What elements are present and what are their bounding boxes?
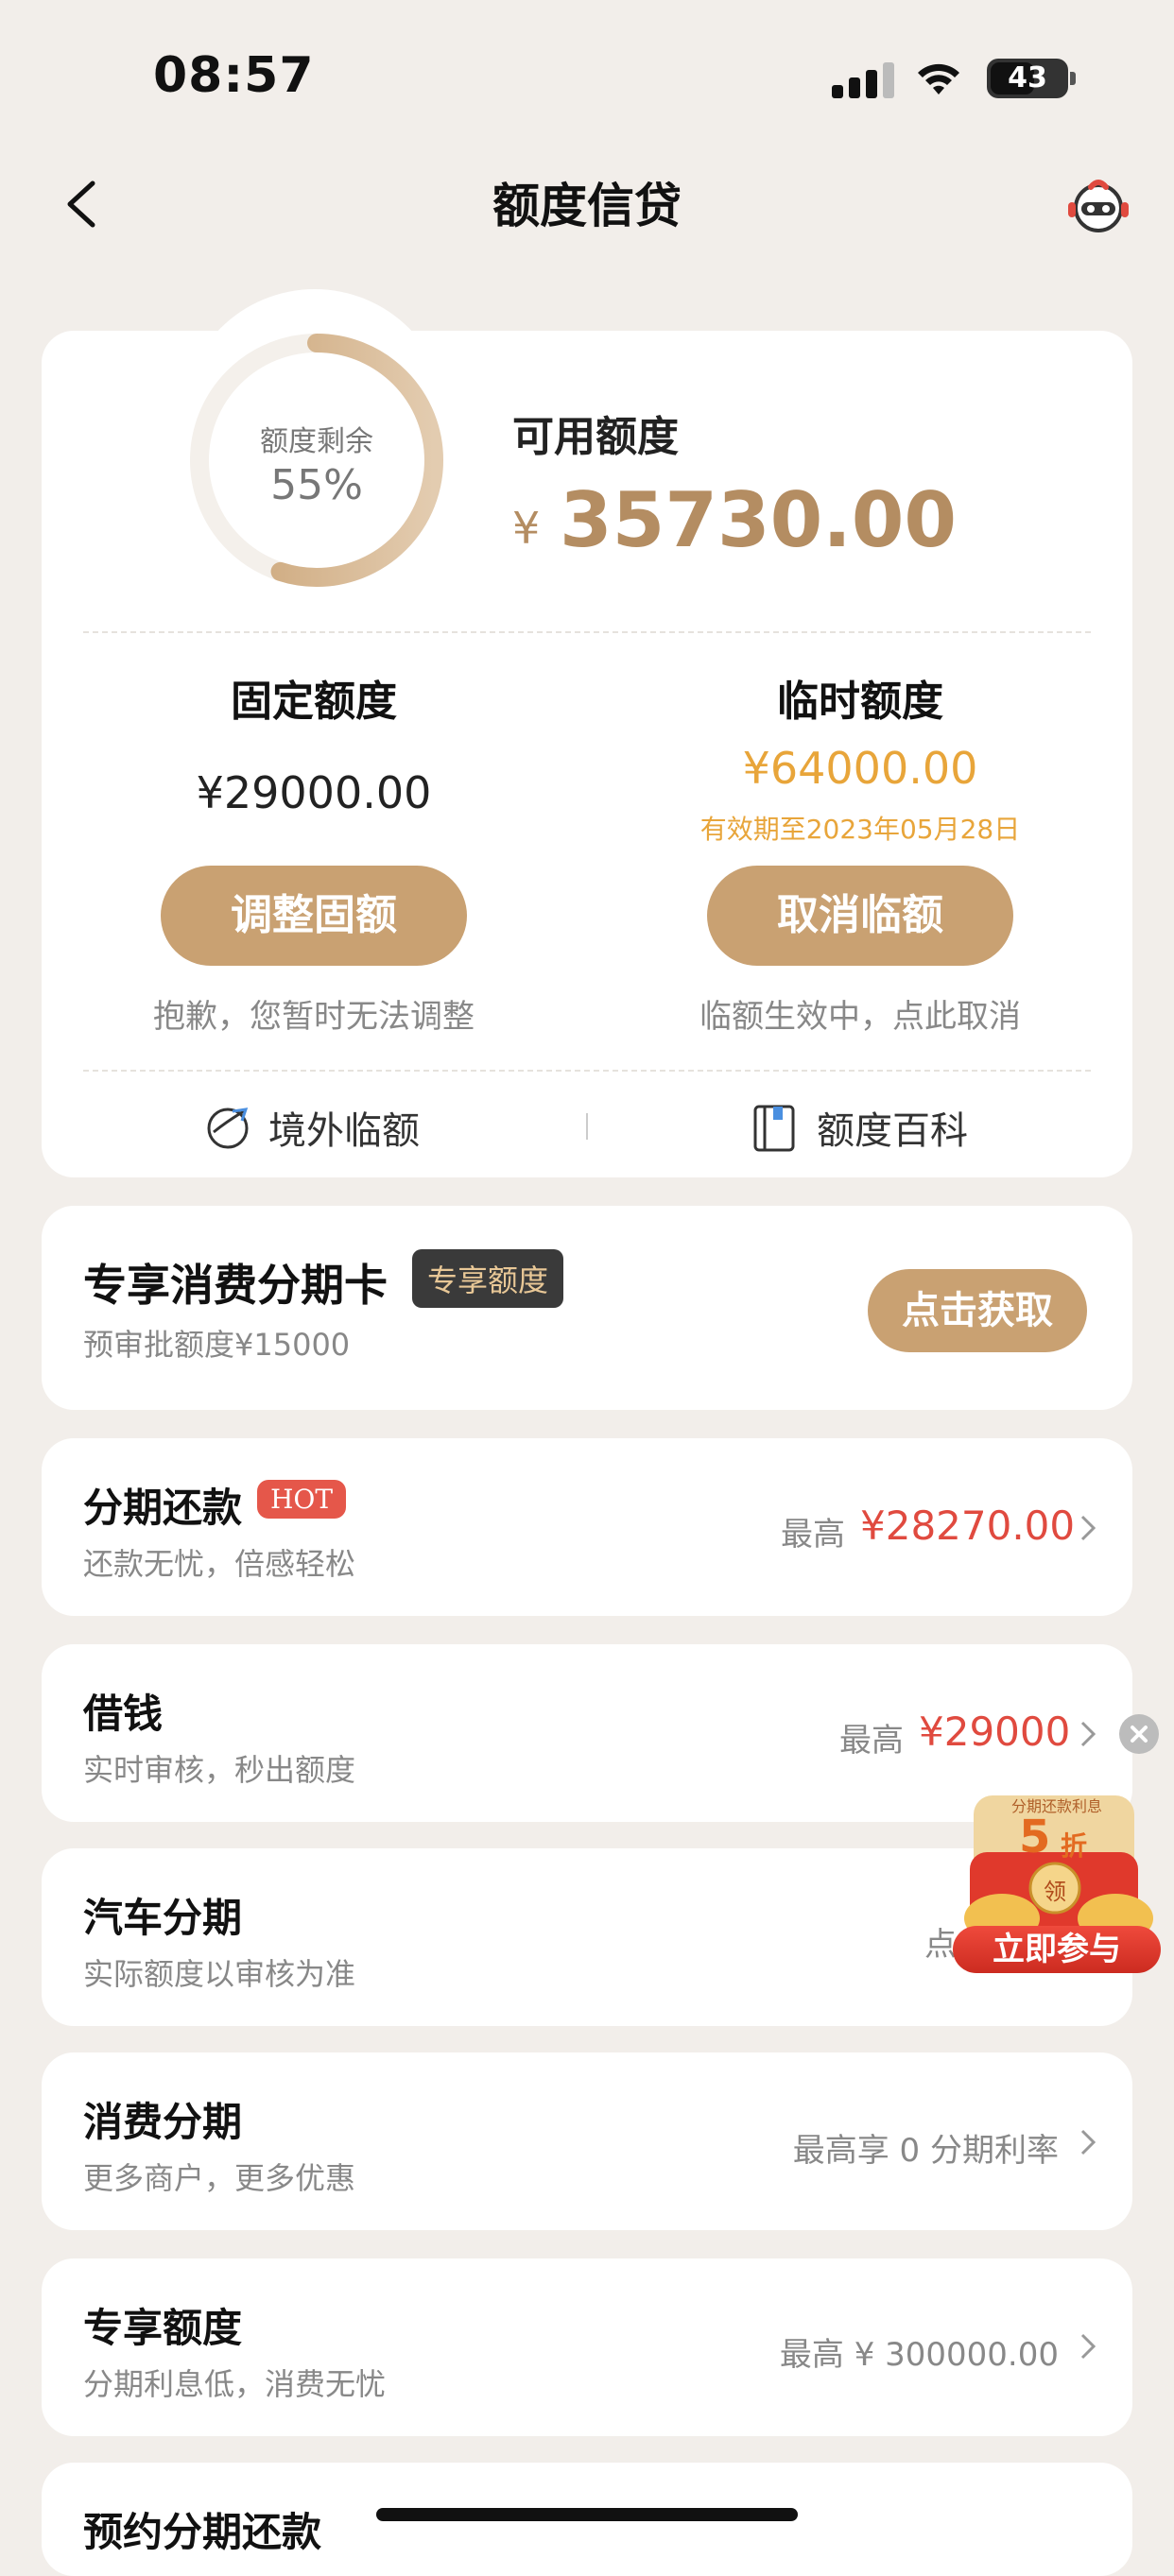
- wifi-icon: [918, 63, 959, 94]
- exclusive-card-subtitle: 预审批额度¥15000: [83, 1327, 351, 1363]
- currency-symbol: ¥: [512, 503, 541, 554]
- fixed-credit-note: 抱歉，您暂时无法调整: [153, 998, 475, 1036]
- status-time: 08:57: [153, 47, 315, 104]
- row-title: 分期还款: [83, 1485, 243, 1531]
- home-indicator[interactable]: [376, 2508, 798, 2521]
- temporary-credit-title: 临时额度: [777, 678, 943, 726]
- credit-encyclopedia-link[interactable]: 额度百科: [752, 1100, 989, 1153]
- exclusive-credit-tag: 专享额度: [412, 1249, 564, 1308]
- get-exclusive-card-button[interactable]: 点击获取: [868, 1269, 1087, 1352]
- row-value: ¥29000: [919, 1709, 1071, 1755]
- divider-dashed: [83, 631, 1091, 633]
- chevron-right-icon: [1080, 2333, 1096, 2360]
- temporary-credit-note: 临额生效中，点此取消: [699, 998, 1021, 1036]
- promo-coin-text: 领: [1044, 1879, 1066, 1905]
- battery-level: 43: [1008, 61, 1047, 94]
- row-value-prefix: 最高: [839, 1722, 904, 1760]
- fixed-credit-amount: ¥29000.00: [196, 767, 432, 818]
- row-subtitle: 还款无忧，倍感轻松: [83, 1546, 356, 1582]
- row-subtitle: 实时审核，秒出额度: [83, 1752, 356, 1788]
- ring-percent: 55%: [270, 461, 363, 509]
- temporary-credit-validity: 有效期至2023年05月28日: [699, 814, 1021, 845]
- row-title: 专享额度: [83, 2305, 243, 2351]
- assistant-robot-icon[interactable]: [1066, 176, 1131, 234]
- globe-plane-icon: [207, 1108, 249, 1149]
- row-title: 预约分期还款: [83, 2509, 322, 2555]
- row-value-prefix: 最高: [781, 1516, 845, 1554]
- row-value: ¥28270.00: [860, 1503, 1076, 1549]
- row-right-text: 最高 ¥ 300000.00: [779, 2336, 1059, 2374]
- credit-remaining-ring: [190, 334, 443, 587]
- promo-join-button[interactable]: 立即参与: [953, 1926, 1161, 1973]
- row-right-text: 最高享 0 分期利率: [792, 2132, 1059, 2170]
- row-title: 借钱: [83, 1691, 164, 1737]
- link-divider: [586, 1113, 588, 1140]
- book-icon: [753, 1105, 795, 1152]
- row-subtitle: 更多商户，更多优惠: [83, 2160, 356, 2196]
- adjust-fixed-credit-button[interactable]: 调整固额: [161, 866, 467, 966]
- temporary-credit-amount: ¥64000.00: [742, 743, 978, 794]
- ring-label: 额度剩余: [260, 425, 373, 458]
- hot-badge: HOT: [257, 1480, 347, 1519]
- row-title: 消费分期: [83, 2099, 243, 2145]
- chevron-right-icon: [1080, 2129, 1096, 2155]
- close-promo-icon[interactable]: [1119, 1714, 1159, 1754]
- available-credit-label: 可用额度: [512, 413, 679, 461]
- overseas-temp-credit-link[interactable]: 境外临额: [204, 1100, 440, 1153]
- chevron-right-icon: [1080, 1721, 1096, 1747]
- cancel-temporary-credit-button[interactable]: 取消临额: [707, 866, 1013, 966]
- promo-discount-unit: 折: [1061, 1830, 1088, 1862]
- page-title: 额度信贷: [492, 179, 682, 233]
- fixed-credit-title: 固定额度: [231, 678, 397, 726]
- available-credit-amount: 35730.00: [560, 476, 958, 564]
- row-title: 汽车分期: [83, 1895, 243, 1941]
- credit-encyclopedia-label: 额度百科: [817, 1109, 968, 1153]
- row-subtitle: 分期利息低，消费无忧: [83, 2366, 387, 2402]
- promo-top-text: 分期还款利息: [1010, 1797, 1102, 1815]
- row-subtitle: 实际额度以审核为准: [83, 1956, 356, 1992]
- exclusive-card-title: 专享消费分期卡: [83, 1260, 388, 1311]
- promo-discount: 5: [1019, 1811, 1051, 1863]
- battery-cap: [1070, 72, 1076, 85]
- cellular-signal-icon: [832, 62, 894, 98]
- divider-dashed: [83, 1070, 1091, 1072]
- battery-icon: 43: [987, 59, 1068, 98]
- chevron-right-icon: [1080, 1515, 1096, 1541]
- overseas-temp-credit-label: 境外临额: [268, 1109, 420, 1153]
